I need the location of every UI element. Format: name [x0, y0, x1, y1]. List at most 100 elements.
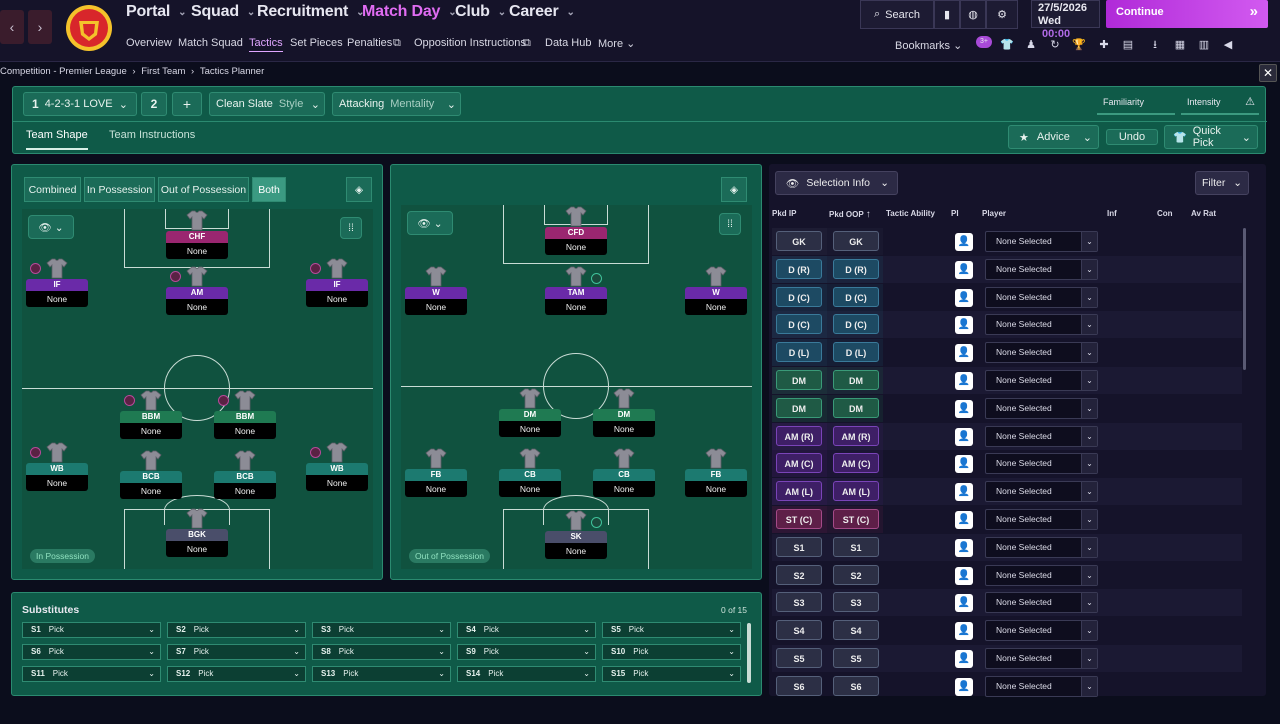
pkd-oop-position[interactable]: GK	[833, 231, 879, 251]
selection-info-dropdown[interactable]: 👁 Selection Info ⌄	[775, 171, 898, 195]
pkd-oop-position[interactable]: S2	[833, 564, 879, 585]
player-instructions-icon[interactable]: 👤	[955, 399, 973, 418]
style-dropdown[interactable]: Clean Slate Style ⌄	[209, 92, 325, 116]
mentality-dropdown[interactable]: Attacking Mentality ⌄	[332, 92, 461, 116]
player-select[interactable]: None Selected ⌄	[985, 342, 1098, 364]
back-button[interactable]: ‹	[0, 10, 24, 44]
player-select[interactable]: None Selected ⌄	[985, 675, 1098, 697]
add-tactic-button[interactable]: +	[172, 92, 202, 116]
player-instructions-icon[interactable]: 👤	[955, 288, 973, 307]
player-instructions-icon[interactable]: 👤	[955, 538, 973, 557]
selection-row[interactable]: D (C) D (C) 👤 None Selected ⌄	[772, 283, 1242, 311]
player-select[interactable]: None Selected ⌄	[985, 397, 1098, 419]
tactic-slot-1[interactable]: 1 4-2-3-1 LOVE ⌄	[23, 92, 137, 116]
player-select[interactable]: None Selected ⌄	[985, 536, 1098, 558]
substitute-slot[interactable]: S9 Pick ⌄	[457, 644, 596, 660]
document-icon[interactable]: ▥	[1197, 38, 1211, 52]
player-card[interactable]: BCB None	[120, 449, 182, 499]
visibility-toggle[interactable]: 👁 ⌄	[407, 211, 453, 235]
bookmark-icon[interactable]: ▮	[934, 0, 960, 29]
col-inf[interactable]: Inf	[1107, 209, 1117, 218]
grid-icon[interactable]: ⁞⁞	[340, 217, 362, 239]
continue-button[interactable]: Continue»	[1106, 0, 1268, 28]
selection-row[interactable]: DM DM 👤 None Selected ⌄	[772, 394, 1242, 422]
breadcrumb-competition[interactable]: Competition - Premier League	[0, 66, 127, 77]
player-card[interactable]: AM None	[166, 265, 228, 315]
download-icon[interactable]: ⭳	[1148, 38, 1162, 52]
substitute-slot[interactable]: S5 Pick ⌄	[602, 622, 741, 638]
player-card[interactable]: CB None	[593, 447, 655, 497]
pkd-oop-position[interactable]: AM (L)	[833, 481, 879, 502]
selection-row[interactable]: D (C) D (C) 👤 None Selected ⌄	[772, 311, 1242, 339]
submenu-set-pieces[interactable]: Set Pieces	[290, 37, 343, 49]
tactics-board-icon[interactable]: ♟	[1024, 38, 1038, 52]
toggle-both[interactable]: Both	[252, 177, 286, 202]
pitch-layout-icon[interactable]: ◈	[346, 177, 372, 202]
tactic-slot-2[interactable]: 2	[141, 92, 167, 116]
player-card[interactable]: BBM None	[120, 389, 182, 439]
player-instructions-icon[interactable]: 👤	[955, 455, 973, 474]
menu-club[interactable]: Club ⌄	[455, 3, 506, 21]
globe-icon[interactable]: ◍	[960, 0, 986, 29]
submenu-data-hub[interactable]: Data Hub	[545, 37, 591, 49]
selection-row[interactable]: S5 S5 👤 None Selected ⌄	[772, 645, 1242, 672]
clipboard-icon[interactable]: ▤	[1121, 38, 1135, 52]
substitute-slot[interactable]: S13 Pick ⌄	[312, 666, 451, 682]
selection-row[interactable]: AM (C) AM (C) 👤 None Selected ⌄	[772, 450, 1242, 478]
pkd-oop-position[interactable]: S3	[833, 592, 879, 613]
toggle-out-of-possession[interactable]: Out of Possession	[158, 177, 249, 202]
tab-team-instructions[interactable]: Team Instructions	[109, 129, 195, 141]
advice-button[interactable]: ★ Advice ⌄	[1008, 125, 1099, 149]
pkd-oop-position[interactable]: DM	[833, 397, 879, 418]
player-card[interactable]: CB None	[499, 447, 561, 497]
player-select[interactable]: None Selected ⌄	[985, 425, 1098, 447]
pkd-ip-position[interactable]: ST (C)	[776, 509, 822, 529]
substitute-slot[interactable]: S4 Pick ⌄	[457, 622, 596, 638]
pkd-ip-position[interactable]: S5	[776, 648, 822, 668]
submenu-penalties[interactable]: Penalties	[347, 37, 392, 49]
substitute-slot[interactable]: S15 Pick ⌄	[602, 666, 741, 682]
selection-row[interactable]: AM (R) AM (R) 👤 None Selected ⌄	[772, 422, 1242, 450]
selection-row[interactable]: DM DM 👤 None Selected ⌄	[772, 367, 1242, 394]
selection-row[interactable]: ST (C) ST (C) 👤 None Selected ⌄	[772, 506, 1242, 533]
forward-button[interactable]: ›	[28, 10, 52, 44]
col-player[interactable]: Player	[982, 209, 1006, 218]
player-card[interactable]: W None	[405, 265, 467, 315]
substitute-slot[interactable]: S7 Pick ⌄	[167, 644, 306, 660]
pkd-ip-position[interactable]: DM	[776, 397, 822, 418]
menu-squad[interactable]: Squad ⌄	[191, 3, 255, 21]
pkd-ip-position[interactable]: D (C)	[776, 314, 822, 335]
pkd-ip-position[interactable]: S6	[776, 675, 822, 696]
familiarity-meter[interactable]: Familiarity	[1097, 93, 1175, 115]
player-card[interactable]: W None	[685, 265, 747, 315]
filter-dropdown[interactable]: Filter ⌄	[1195, 171, 1249, 195]
grid-icon[interactable]: ⁞⁞	[719, 213, 741, 235]
player-card[interactable]: TAM None	[545, 265, 607, 315]
menu-career[interactable]: Career ⌄	[509, 3, 575, 21]
player-instructions-icon[interactable]: 👤	[955, 650, 973, 668]
pkd-ip-position[interactable]: D (C)	[776, 286, 822, 307]
player-card[interactable]: FB None	[405, 447, 467, 497]
player-select[interactable]: None Selected ⌄	[985, 592, 1098, 614]
pkd-ip-position[interactable]: D (L)	[776, 342, 822, 363]
pkd-ip-position[interactable]: AM (C)	[776, 453, 822, 474]
pkd-oop-position[interactable]: AM (C)	[833, 453, 879, 474]
selection-row[interactable]: S2 S2 👤 None Selected ⌄	[772, 562, 1242, 589]
selection-row[interactable]: GK GK 👤 None Selected ⌄	[772, 228, 1242, 255]
player-instructions-icon[interactable]: 👤	[955, 483, 973, 502]
menu-match-day[interactable]: Match Day ⌄	[362, 3, 457, 21]
intensity-meter[interactable]: Intensity ⚠	[1181, 93, 1259, 115]
substitute-slot[interactable]: S2 Pick ⌄	[167, 622, 306, 638]
breadcrumb-first-team[interactable]: First Team	[141, 66, 185, 77]
undo-button[interactable]: Undo	[1106, 129, 1158, 145]
substitute-slot[interactable]: S10 Pick ⌄	[602, 644, 741, 660]
col-pkd-ip[interactable]: Pkd IP	[772, 209, 796, 218]
megaphone-icon[interactable]: ◀	[1221, 38, 1235, 52]
pitch-layout-icon[interactable]: ◈	[721, 177, 747, 202]
col-pkd-oop[interactable]: Pkd OOP ↑	[829, 209, 871, 220]
scrollbar[interactable]	[747, 623, 751, 683]
player-instructions-icon[interactable]: 👤	[955, 344, 973, 363]
col-tactic-ability[interactable]: Tactic Ability	[886, 209, 935, 218]
pkd-ip-position[interactable]: AM (L)	[776, 481, 822, 502]
scrollbar[interactable]	[1243, 228, 1246, 370]
